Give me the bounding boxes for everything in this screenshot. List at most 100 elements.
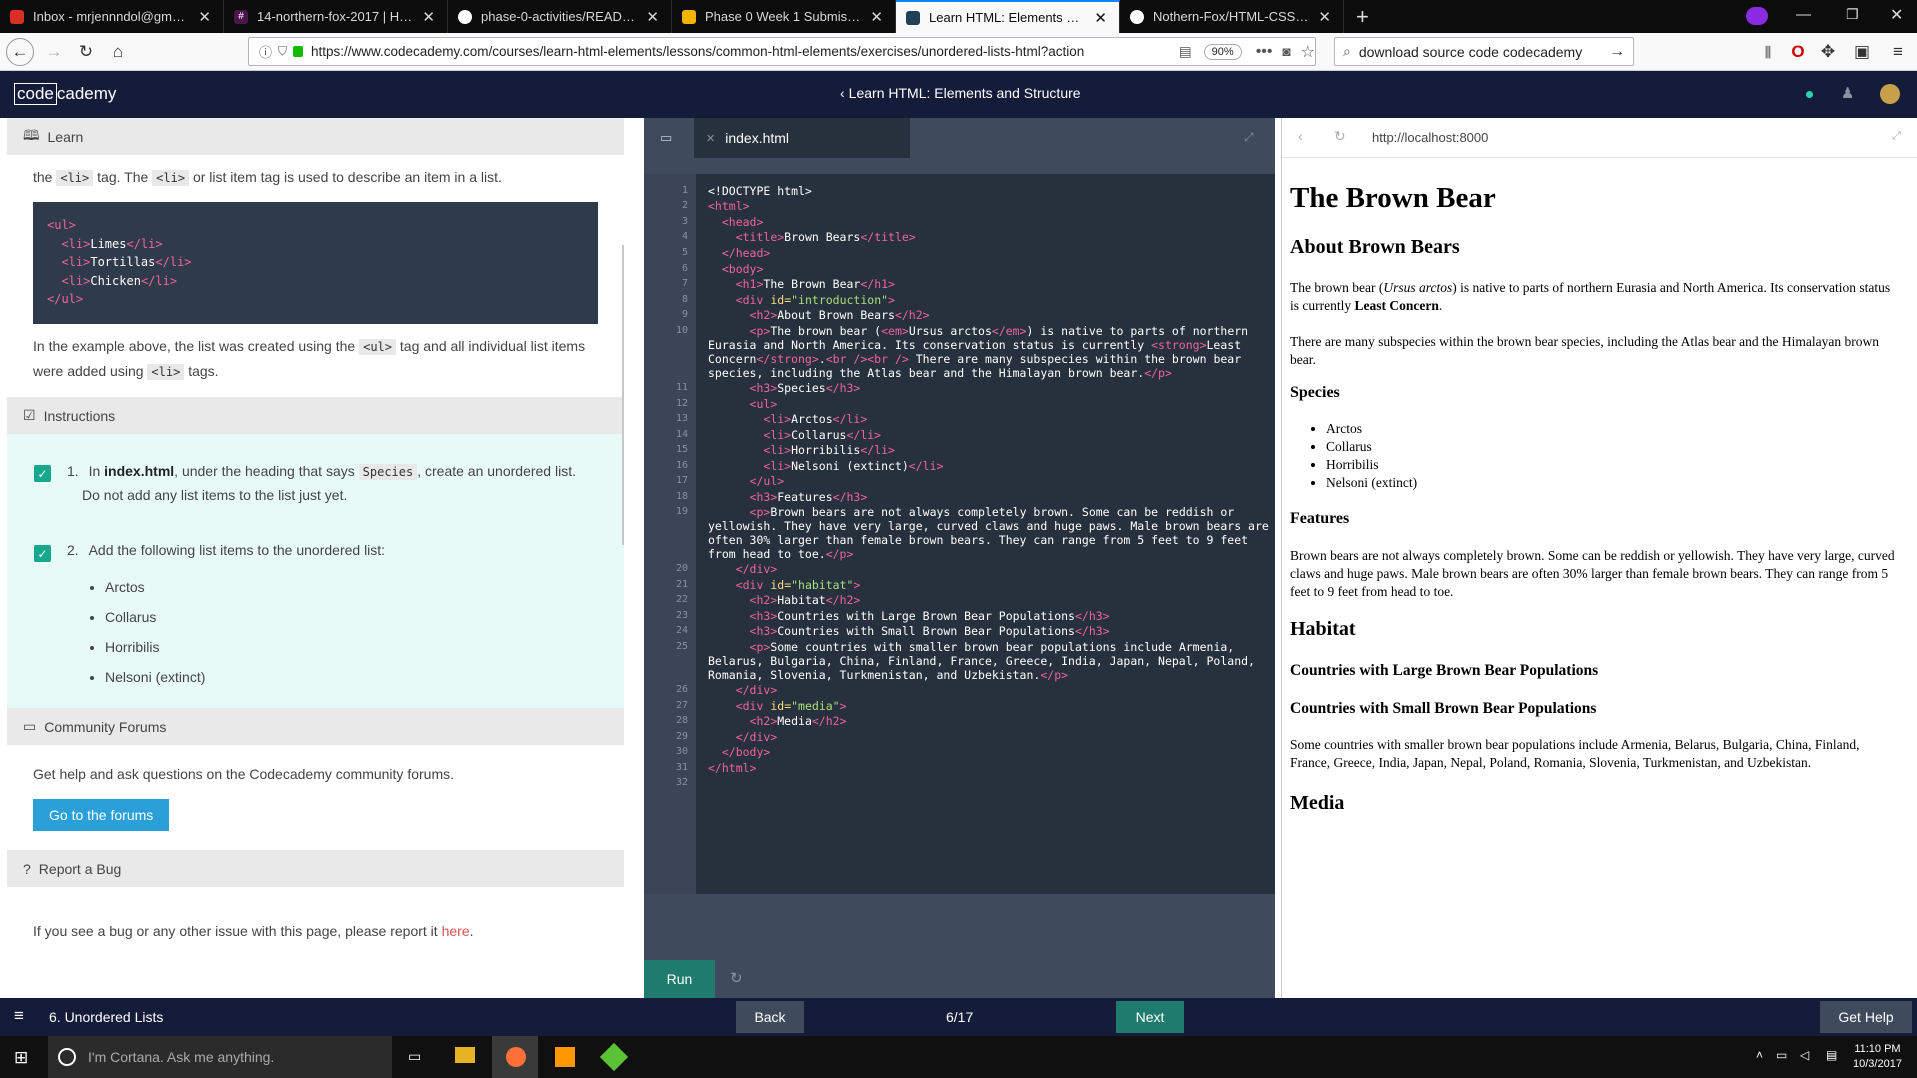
cortana-search[interactable]: I'm Cortana. Ask me anything. [48,1036,392,1078]
run-button[interactable]: Run [644,960,715,998]
line-number: 9 [681,309,688,320]
tab-hacktiv8[interactable]: # 14-northern-fox-2017 | Hacktiv8 ✕ [224,0,448,33]
notification-icon[interactable]: ▤ [1826,1048,1837,1062]
status-dot-icon [1806,91,1813,98]
back-arrow-icon[interactable]: ← [6,38,34,66]
sidebar-icon[interactable]: ▣ [1848,38,1876,66]
line-number: 23 [675,610,688,621]
sublime-text-icon[interactable] [555,1047,575,1067]
bell-icon[interactable]: ♟ [1841,84,1854,102]
report-bug-link[interactable]: here [442,923,470,939]
expand-icon[interactable]: ⤢ [1244,130,1254,145]
preview-back-icon[interactable]: ‹ [1298,128,1303,144]
codecademy-logo[interactable]: code cademy [14,83,116,105]
firefox-taskbar-item[interactable] [492,1036,538,1078]
editor-file-tab[interactable]: ✕ index.html [694,118,910,158]
instructions-section-header[interactable]: ☑ Instructions [7,397,624,434]
go-to-forums-button[interactable]: Go to the forums [33,799,170,831]
avatar[interactable] [1880,84,1900,104]
bug-section-header[interactable]: ? Report a Bug [7,850,624,887]
instruction-step-2[interactable]: ✓ 2. Add the following list items to the… [7,538,624,708]
volume-icon[interactable]: ◁ [1800,1048,1809,1062]
scrollbar-thumb[interactable] [622,245,624,545]
page-actions-icon[interactable]: ••• [1256,43,1273,61]
gitkraken-icon[interactable] [599,1042,629,1072]
home-icon[interactable]: ⌂ [104,38,132,66]
windows-start-icon[interactable]: ⊞ [14,1048,28,1068]
github-icon [1130,9,1144,24]
code-area[interactable]: <!DOCTYPE html> <html> <head> <title>Bro… [696,174,1275,894]
back-button[interactable]: Back [736,1001,804,1033]
info-icon[interactable]: ⓘ [259,42,272,61]
reset-icon[interactable]: ↻ [730,969,743,987]
close-icon[interactable]: ✕ [646,8,659,26]
extension-icon[interactable]: ✥ [1814,38,1842,66]
book-icon: 🕮 [23,126,40,143]
minimize-icon[interactable]: — [1796,6,1811,23]
library-icon[interactable]: ⫼ [1754,38,1782,66]
reader-view-icon[interactable]: ▤ [1179,44,1192,60]
course-title[interactable]: ‹ Learn HTML: Elements and Structure [840,85,1081,101]
chevron-left-icon: ‹ [840,85,845,101]
clock[interactable]: 11:10 PM 10/3/2017 [1853,1042,1902,1072]
go-arrow-icon[interactable]: → [1609,43,1625,61]
editor-tab-bar: ▭ ✕ index.html ⤢ [644,118,1275,158]
new-tab-icon[interactable]: + [1356,4,1369,30]
codecademy-header: code cademy ‹ Learn HTML: Elements and St… [0,71,1917,118]
file-explorer-icon[interactable] [455,1047,475,1063]
bug-section: If you see a bug or any other issue with… [33,923,474,939]
learn-section-header[interactable]: 🕮 Learn [7,118,624,155]
expand-icon[interactable]: ⤢ [1892,130,1901,143]
forums-section-header[interactable]: ▭ Community Forums [7,708,624,745]
list-item: Horribilis [1326,456,1417,474]
tray-chevron-icon[interactable]: ˄ [1756,1048,1763,1062]
close-icon[interactable]: ✕ [1318,8,1331,26]
tab-github-readme[interactable]: phase-0-activities/README-Week ✕ [448,0,672,33]
preview-url[interactable]: http://localhost:8000 [1372,130,1488,145]
list-item: Collarus [105,602,205,632]
learn-paragraph-1: the <li> tag. The <li> or list item tag … [33,169,502,186]
instruction-list: Arctos Collarus Horribilis Nelsoni (exti… [105,572,205,692]
close-icon[interactable]: ✕ [870,8,883,26]
lesson-name[interactable]: 6. Unordered Lists [49,1009,163,1025]
line-number: 27 [675,700,688,711]
menu-icon[interactable]: ≡ [1884,38,1912,66]
forward-arrow-icon[interactable]: → [40,38,68,66]
instruction-step-1[interactable]: ✓ 1. In index.html, under the heading th… [7,434,624,538]
preview-reload-icon[interactable]: ↻ [1334,128,1346,145]
url-bar[interactable]: ⓘ ⛉ https://www.codecademy.com/courses/l… [248,37,1316,66]
preview-address-bar: ‹ ↻ http://localhost:8000 ⤢ [1282,118,1917,158]
opera-icon[interactable]: O [1784,38,1812,66]
bookmark-star-icon[interactable]: ☆ [1301,42,1315,62]
folder-icon[interactable]: ▭ [660,130,672,146]
window-close-icon[interactable]: ✕ [1890,5,1903,25]
pocket-icon[interactable]: ◙ [1283,44,1291,59]
restore-icon[interactable]: ❐ [1846,6,1859,23]
close-icon[interactable]: ✕ [198,8,211,26]
tab-gmail[interactable]: Inbox - mrjennndol@gmail.com ✕ [0,0,224,33]
line-number: 14 [675,429,688,440]
tab-github-nothern-fox[interactable]: Nothern-Fox/HTML-CSS-Sederhana ✕ [1120,0,1344,33]
shield-icon[interactable]: ⛉ [278,44,287,59]
reload-icon[interactable]: ↻ [72,38,100,66]
preview-h3-small: Countries with Small Brown Bear Populati… [1290,700,1597,717]
line-number: 20 [675,563,688,574]
network-icon[interactable]: ▭ [1776,1048,1787,1062]
code-line: <ul> [47,218,76,232]
line-number: 2 [681,200,688,211]
get-help-button[interactable]: Get Help [1820,1001,1912,1033]
browser-preview: ‹ ↻ http://localhost:8000 ⤢ The Brown Be… [1281,118,1917,998]
close-icon[interactable]: ✕ [706,132,715,145]
next-button[interactable]: Next [1116,1001,1184,1033]
list-item: Arctos [1326,420,1417,438]
private-browsing-icon [1746,7,1768,25]
close-icon[interactable]: ✕ [422,8,435,26]
line-number: 30 [675,746,688,757]
line-number: 8 [681,294,688,305]
close-icon[interactable]: ✕ [1094,9,1107,27]
tab-codecademy[interactable]: Learn HTML: Elements and Structure ✕ [896,0,1120,33]
task-view-icon[interactable]: ▭ [408,1048,421,1065]
hamburger-menu-icon[interactable]: ≡ [14,1006,24,1026]
search-bar[interactable]: ⌕ download source code codecademy → [1334,37,1634,66]
tab-google-form[interactable]: Phase 0 Week 1 Submissions Form ✕ [672,0,896,33]
